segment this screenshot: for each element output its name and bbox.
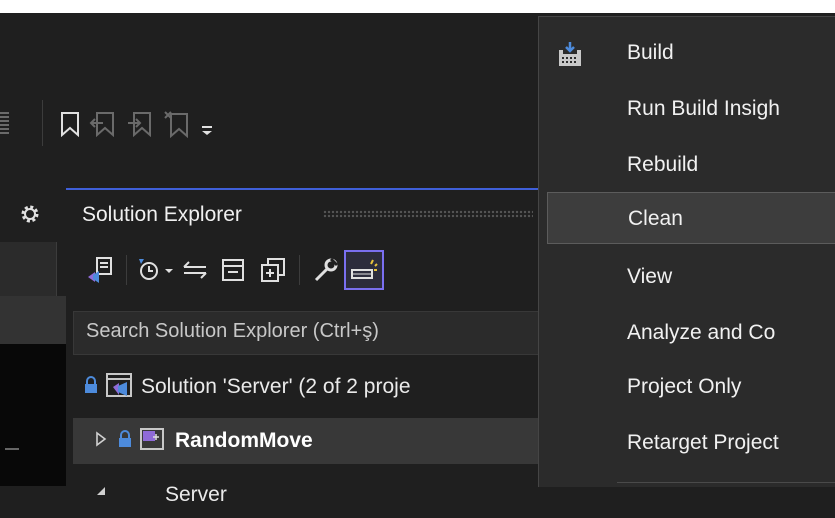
solution-explorer-toolbar xyxy=(80,245,384,295)
sync-with-active-document-icon[interactable] xyxy=(177,253,213,287)
solution-icon xyxy=(105,371,133,404)
menu-item-rebuild[interactable]: Rebuild xyxy=(539,141,835,189)
wrench-icon[interactable] xyxy=(306,253,344,287)
left-panel-marker xyxy=(5,448,19,450)
tree-item-solution[interactable]: Solution 'Server' (2 of 2 proje xyxy=(73,364,543,410)
menu-item-view[interactable]: View xyxy=(539,253,835,301)
left-panel-header xyxy=(0,296,66,344)
tree-item-randommove[interactable]: RandomMove xyxy=(73,418,543,464)
tree-item-label: RandomMove xyxy=(175,429,313,452)
collapse-arrow-icon[interactable] xyxy=(95,485,107,506)
next-bookmark-icon[interactable] xyxy=(126,111,154,137)
expand-arrow-icon[interactable] xyxy=(95,430,107,452)
menu-item-retarget-projects[interactable]: Retarget Project xyxy=(539,419,835,467)
panel-drag-grip[interactable] xyxy=(323,210,533,218)
lock-icon xyxy=(83,375,99,400)
pending-changes-icon[interactable] xyxy=(133,253,177,287)
clean-build-icon[interactable] xyxy=(344,250,384,290)
tree-item-label: Server xyxy=(165,483,227,506)
collapse-all-icon[interactable] xyxy=(213,253,253,287)
cpp-project-icon xyxy=(139,426,165,457)
menu-item-label: View xyxy=(627,265,673,288)
lock-icon xyxy=(117,429,133,454)
menu-item-label: Rebuild xyxy=(627,153,699,176)
search-placeholder: Search Solution Explorer (Ctrl+ş) xyxy=(86,320,379,342)
menu-item-label: Clean xyxy=(628,207,683,230)
bookmark-toolbar xyxy=(60,107,214,141)
window-top-edge xyxy=(0,0,835,13)
menu-item-run-build-insights[interactable]: Run Build Insigh xyxy=(539,85,835,133)
left-panel-content xyxy=(0,344,68,486)
editor-toolbar-area xyxy=(0,13,540,188)
left-panel-tab[interactable] xyxy=(0,242,57,296)
toolbar-separator xyxy=(126,255,127,285)
build-icon xyxy=(555,40,585,75)
toolbar-separator xyxy=(299,255,300,285)
menu-separator xyxy=(617,482,835,483)
build-context-menu: Build Run Build Insigh Rebuild Clean Vie… xyxy=(538,16,835,487)
menu-item-label: Run Build Insigh xyxy=(627,97,780,120)
gear-icon[interactable] xyxy=(18,202,42,226)
menu-item-project-only[interactable]: Project Only xyxy=(539,363,835,411)
tree-item-label: Solution 'Server' (2 of 2 proje xyxy=(141,375,411,398)
show-all-files-icon[interactable] xyxy=(253,253,293,287)
previous-bookmark-icon[interactable] xyxy=(89,111,117,137)
menu-item-build[interactable]: Build xyxy=(539,29,835,77)
switch-views-icon[interactable] xyxy=(80,253,120,287)
toolbar-grip[interactable] xyxy=(0,112,9,136)
overflow-dropdown-icon[interactable] xyxy=(200,111,214,137)
bookmark-icon[interactable] xyxy=(60,111,80,137)
panel-title: Solution Explorer xyxy=(82,203,242,226)
menu-item-label: Retarget Project xyxy=(627,431,779,454)
menu-item-analyze[interactable]: Analyze and Co xyxy=(539,309,835,357)
clear-bookmarks-icon[interactable] xyxy=(163,110,191,138)
tree-item-server[interactable]: Server xyxy=(73,472,543,518)
menu-item-label: Analyze and Co xyxy=(627,321,776,344)
menu-item-clean[interactable]: Clean xyxy=(547,192,835,244)
menu-item-label: Build xyxy=(627,41,674,64)
menu-item-label: Project Only xyxy=(627,375,742,398)
toolbar-separator xyxy=(42,100,43,146)
